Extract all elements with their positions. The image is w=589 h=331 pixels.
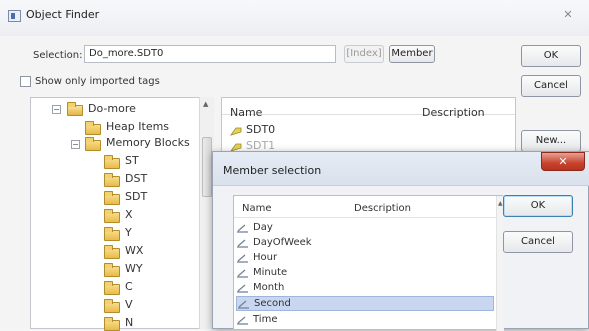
member-row-second-selected[interactable]: Second [236, 296, 494, 311]
member-icon [237, 224, 248, 233]
tag-list[interactable]: Name Description SDT0 SDT1 [221, 97, 516, 157]
member-label: Hour [253, 252, 278, 263]
member-list[interactable]: Name Description ▲ Day DayOfWeek Hour Mi… [233, 195, 504, 331]
member-label: Minute [253, 267, 288, 278]
window-icon [8, 10, 21, 22]
cancel-button[interactable]: Cancel [521, 75, 581, 97]
folder-icon [104, 245, 120, 259]
tree-item-st[interactable]: ST [125, 154, 139, 167]
dialog-ok-button[interactable]: OK [503, 195, 573, 217]
dialog-cancel-button[interactable]: Cancel [503, 231, 573, 253]
member-row-minute[interactable]: Minute [236, 267, 494, 280]
column-header-name[interactable]: Name [242, 203, 272, 214]
folder-open-icon [104, 191, 120, 205]
column-header-description[interactable]: Description [354, 203, 411, 214]
list-item[interactable]: SDT0 [246, 123, 275, 136]
scroll-up-icon[interactable]: ▲ [498, 200, 503, 207]
scroll-thumb[interactable] [202, 137, 212, 197]
folder-icon [104, 209, 120, 223]
title-bar: Object Finder ✕ [0, 0, 589, 36]
selection-label: Selection: [33, 50, 83, 61]
member-icon [237, 269, 248, 278]
window-title: Object Finder [26, 8, 100, 21]
member-icon [237, 254, 248, 263]
tree-item-v[interactable]: V [125, 298, 133, 311]
folder-icon [85, 121, 101, 135]
member-label: Time [253, 314, 278, 325]
member-label: DayOfWeek [253, 237, 312, 248]
member-row-hour[interactable]: Hour [236, 252, 494, 265]
new-button[interactable]: New... [521, 130, 581, 152]
member-icon [237, 316, 248, 325]
folder-icon [104, 227, 120, 241]
folder-icon [104, 299, 120, 313]
tree-item-n[interactable]: N [125, 316, 133, 329]
member-row-day[interactable]: Day [236, 222, 494, 235]
dialog-title-bar: Member selection ✕ [213, 152, 589, 186]
object-tree[interactable]: − Do-more Heap Items − Memory Blocks ST … [30, 97, 214, 331]
index-button[interactable]: [Index] [344, 45, 384, 63]
tree-item-wy[interactable]: WY [125, 262, 143, 275]
tree-item-heap-items[interactable]: Heap Items [106, 120, 169, 133]
tree-item-dst[interactable]: DST [125, 172, 147, 185]
member-list-scrollbar[interactable]: ▲ [496, 196, 504, 331]
close-icon[interactable]: ✕ [556, 6, 580, 24]
dialog-title: Member selection [223, 164, 322, 177]
member-label: Day [253, 222, 273, 233]
column-header-description[interactable]: Description [422, 106, 485, 119]
folder-icon [104, 263, 120, 277]
tag-icon [230, 127, 242, 136]
folder-icon [104, 173, 120, 187]
tree-item-x[interactable]: X [125, 208, 133, 221]
tree-item-c[interactable]: C [125, 280, 133, 293]
tree-item-memory-blocks[interactable]: Memory Blocks [106, 136, 190, 149]
member-button[interactable]: Member [389, 45, 435, 63]
folder-icon [104, 317, 120, 331]
selection-input[interactable]: Do_more.SDT0 [84, 45, 336, 63]
member-icon [237, 239, 248, 248]
folder-icon [104, 155, 120, 169]
tree-item-y[interactable]: Y [125, 226, 132, 239]
member-row-time[interactable]: Time [236, 314, 494, 327]
member-row-month[interactable]: Month [236, 282, 494, 295]
folder-icon [104, 281, 120, 295]
column-header-name[interactable]: Name [230, 106, 262, 119]
member-row-dayofweek[interactable]: DayOfWeek [236, 237, 494, 250]
tree-item-root[interactable]: Do-more [88, 102, 136, 115]
collapse-toggle[interactable]: − [52, 105, 61, 114]
member-selection-dialog: Member selection ✕ Name Description ▲ Da… [212, 151, 589, 331]
show-imported-label: Show only imported tags [35, 76, 160, 87]
collapse-toggle[interactable]: − [71, 140, 80, 149]
member-label: Month [253, 282, 285, 293]
tree-item-wx[interactable]: WX [125, 244, 143, 257]
member-icon [238, 300, 249, 309]
ok-button[interactable]: OK [521, 45, 581, 67]
folder-open-icon [67, 102, 83, 116]
tree-item-sdt[interactable]: SDT [125, 190, 147, 203]
member-label: Second [254, 298, 291, 309]
show-imported-checkbox[interactable] [20, 76, 31, 87]
member-icon [237, 284, 248, 293]
folder-icon [85, 137, 101, 151]
scroll-up-icon[interactable]: ▲ [203, 100, 208, 108]
dialog-close-button[interactable]: ✕ [541, 152, 585, 171]
